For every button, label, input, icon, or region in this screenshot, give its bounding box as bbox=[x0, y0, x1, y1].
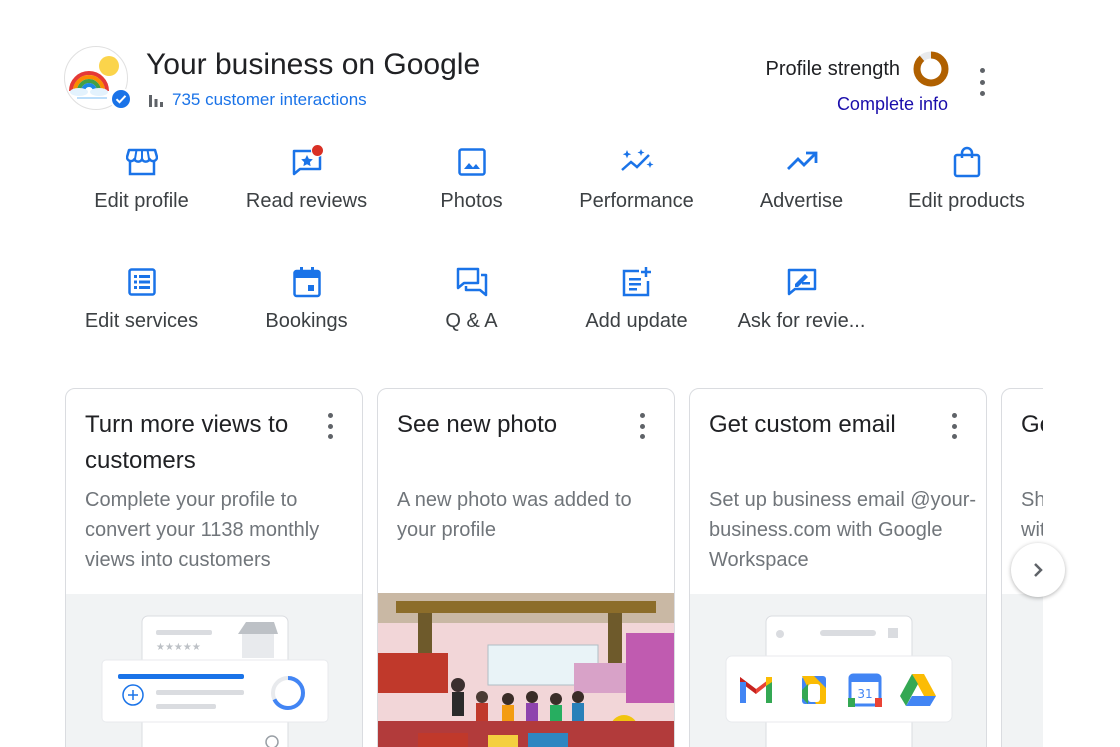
action-grid: Edit profile Read reviews Photos Perform… bbox=[59, 142, 1049, 342]
ask-for-review-button[interactable]: Ask for revie... bbox=[719, 262, 884, 342]
bar-chart-icon bbox=[149, 95, 163, 107]
sparkle-trend-icon bbox=[619, 142, 655, 182]
performance-label: Performance bbox=[579, 190, 694, 212]
google-workspace-illustration: 31 bbox=[690, 594, 986, 747]
forum-icon bbox=[454, 262, 490, 302]
edit-products-label: Edit products bbox=[908, 190, 1025, 212]
edit-profile-label: Edit profile bbox=[94, 190, 189, 212]
ask-for-review-label: Ask for revie... bbox=[737, 310, 866, 332]
page-title: Your business on Google bbox=[146, 48, 481, 81]
image-icon bbox=[454, 142, 490, 182]
advertise-label: Advertise bbox=[759, 190, 844, 212]
complete-info-link[interactable]: Complete info bbox=[765, 94, 948, 115]
chevron-right-icon bbox=[1034, 563, 1043, 577]
card-more-views[interactable]: Turn more views to customers Complete yo… bbox=[65, 388, 363, 747]
business-header: Your business on Google 735 customer int… bbox=[64, 44, 1004, 114]
card-description: Sh wit bbox=[1021, 489, 1043, 541]
notification-badge bbox=[310, 144, 324, 157]
read-reviews-label: Read reviews bbox=[245, 190, 368, 212]
card-menu-button[interactable] bbox=[640, 413, 646, 439]
rate-review-icon bbox=[784, 262, 820, 302]
performance-button[interactable]: Performance bbox=[554, 142, 719, 222]
card-custom-email[interactable]: Get custom email Set up business email @… bbox=[689, 388, 987, 747]
carousel-next-button[interactable] bbox=[1011, 543, 1065, 597]
post-add-icon bbox=[619, 262, 655, 302]
list-icon bbox=[124, 262, 160, 302]
card-new-photo[interactable]: See new photo A new photo was added to y… bbox=[377, 388, 675, 747]
advertise-button[interactable]: Advertise bbox=[719, 142, 884, 222]
add-update-button[interactable]: Add update bbox=[554, 262, 719, 342]
photos-button[interactable]: Photos bbox=[389, 142, 554, 222]
card-menu-button[interactable] bbox=[952, 413, 958, 439]
svg-text:31: 31 bbox=[857, 687, 872, 701]
google-calendar-icon: 31 bbox=[848, 673, 882, 707]
q-and-a-label: Q & A bbox=[445, 310, 498, 332]
profile-strength: Profile strength Complete info bbox=[765, 50, 950, 115]
card-title: See new photo bbox=[397, 411, 558, 438]
interactions-count: 735 customer interactions bbox=[172, 90, 367, 109]
read-reviews-button[interactable]: Read reviews bbox=[224, 142, 389, 222]
add-update-label: Add update bbox=[585, 310, 688, 332]
svg-text:★★★★★: ★★★★★ bbox=[156, 642, 201, 653]
trending-up-icon bbox=[784, 142, 820, 182]
edit-products-button[interactable]: Edit products bbox=[884, 142, 1049, 222]
calendar-icon bbox=[289, 262, 325, 302]
q-and-a-button[interactable]: Q & A bbox=[389, 262, 554, 342]
bookings-button[interactable]: Bookings bbox=[224, 262, 389, 342]
new-photo-image[interactable] bbox=[378, 593, 674, 747]
edit-services-button[interactable]: Edit services bbox=[59, 262, 224, 342]
card-title: Ge bbox=[1021, 411, 1043, 438]
edit-profile-button[interactable]: Edit profile bbox=[59, 142, 224, 222]
card-title: Turn more views to customers bbox=[85, 411, 289, 474]
photos-label: Photos bbox=[440, 190, 503, 212]
card-illustration bbox=[1002, 594, 1043, 747]
card-description: Set up business email @your-business.com… bbox=[709, 489, 977, 571]
edit-services-label: Edit services bbox=[84, 310, 199, 332]
profile-strength-ring-icon bbox=[913, 51, 949, 87]
review-star-icon bbox=[289, 142, 325, 182]
card-menu-button[interactable] bbox=[328, 413, 334, 439]
customer-interactions-link[interactable]: 735 customer interactions bbox=[148, 90, 367, 110]
storefront-icon bbox=[124, 142, 160, 182]
suggestion-cards-carousel: Turn more views to customers Complete yo… bbox=[65, 388, 1043, 747]
card-description: A new photo was added to your profile bbox=[397, 489, 632, 541]
card-title: Get custom email bbox=[709, 411, 896, 438]
verified-icon bbox=[110, 88, 132, 110]
shopping-bag-icon bbox=[949, 142, 985, 182]
card-description: Complete your profile to convert your 11… bbox=[85, 489, 320, 571]
profile-strength-label: Profile strength bbox=[765, 57, 900, 80]
bookings-label: Bookings bbox=[265, 310, 348, 332]
google-docs-icon bbox=[802, 676, 826, 704]
profile-completion-illustration: ★★★★★ bbox=[66, 594, 362, 747]
more-options-button[interactable] bbox=[972, 68, 992, 96]
